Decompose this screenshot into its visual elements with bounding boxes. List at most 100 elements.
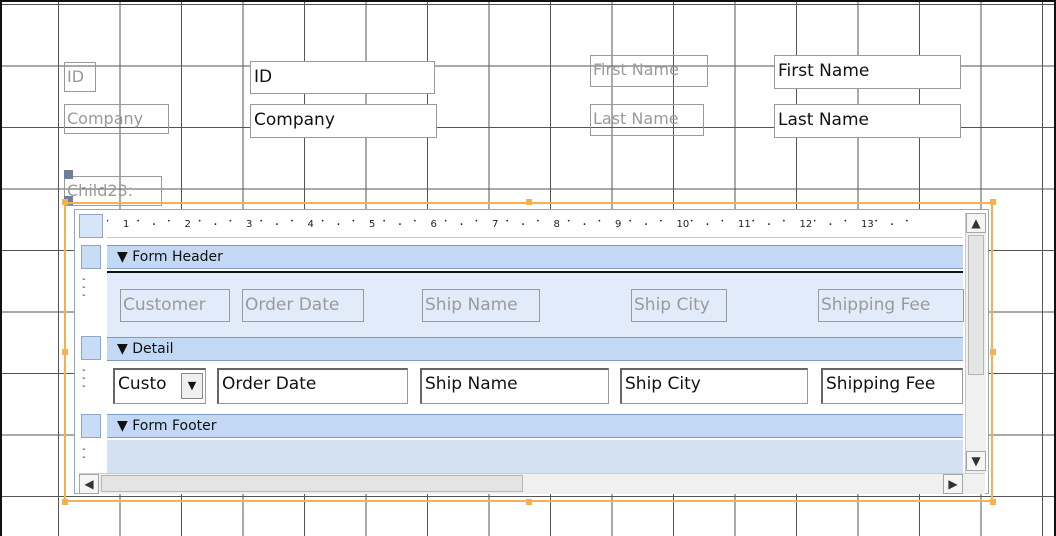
ship-city-textbox[interactable]: Ship City [620,368,808,404]
ruler-minor-tick: • [874,218,878,225]
horizontal-scrollbar[interactable]: ◀ ▶ [79,473,985,494]
form-design-canvas[interactable]: ID ID Company Company First Name First N… [0,0,1056,536]
ruler-tick-label: 4 [307,219,314,230]
ruler-minor-tick: · [397,217,403,233]
customer-label[interactable]: Customer [120,289,230,322]
ruler-minor-tick: · [151,217,157,233]
first-name-textbox[interactable]: First Name [774,55,961,89]
ship-name-label[interactable]: Ship Name [422,289,540,322]
ruler-minor-tick: • [197,218,202,225]
ruler-tick-label: 13 [861,219,874,230]
resize-handle-top-right[interactable] [990,199,996,205]
ruler-minor-tick: · [520,217,526,233]
vertical-ruler[interactable]: --- --- -- [79,241,103,473]
subform-control[interactable]: •·•1•·•2•·•3•·•4•·•5•·•6•·•7•·•8•·•9•·•1… [74,209,989,494]
ruler-minor-tick: • [689,218,694,225]
ruler-minor-tick: · [459,217,464,233]
ruler-minor-tick: · [889,217,895,233]
resize-handle-left[interactable] [62,349,68,355]
id-label[interactable]: ID [64,62,96,92]
scroll-thumb[interactable] [968,235,984,375]
ruler-minor-tick: • [843,218,848,225]
ruler-minor-tick: • [351,218,356,225]
company-label[interactable]: Company [64,104,169,134]
ruler-tick-label: 6 [430,219,437,230]
ruler-tick-label: 2 [184,219,191,230]
resize-handle-top-left[interactable] [62,199,68,205]
ruler-tick-label: 5 [369,219,376,230]
ruler-minor-tick: • [751,218,755,225]
ruler-minor-tick: • [259,218,263,225]
ruler-minor-tick: · [766,217,772,233]
label-move-handle[interactable] [64,170,73,179]
detail-title: Detail [132,341,174,357]
shipping-fee-textbox[interactable]: Shipping Fee [821,368,963,404]
customer-combobox-value: Custo [118,374,167,394]
horizontal-ruler[interactable]: •·•1•·•2•·•3•·•4•·•5•·•6•·•7•·•8•·•9•·•1… [107,213,963,238]
company-textbox[interactable]: Company [250,104,437,138]
section-arrow-icon: ▼ [117,418,128,434]
ruler-minor-tick: • [782,218,786,225]
ruler-tick-label: 10 [676,219,690,230]
header-section-selector[interactable] [81,245,101,269]
form-header-section-bar[interactable]: ▼ Form Header [107,245,963,269]
ruler-minor-tick: • [443,218,448,225]
ship-name-textbox[interactable]: Ship Name [420,368,609,404]
dropdown-button[interactable]: ▼ [181,373,203,399]
ruler-tick-label: 9 [615,219,622,230]
ruler-minor-tick: • [474,218,479,225]
scroll-up-button[interactable]: ▲ [966,213,986,233]
ship-city-label[interactable]: Ship City [631,289,727,322]
ruler-tick-label: 3 [246,219,253,230]
ruler-minor-tick: • [566,218,571,225]
ruler-minor-tick: • [107,218,109,225]
scroll-right-button[interactable]: ▶ [943,474,963,494]
last-name-label[interactable]: Last Name [590,104,704,136]
vertical-ruler-marks: --- [82,274,86,301]
form-selector[interactable] [79,214,103,238]
ruler-minor-tick: · [582,217,587,233]
last-name-textbox[interactable]: Last Name [774,104,961,138]
ruler-minor-tick: • [382,218,386,225]
resize-handle-bottom[interactable] [526,499,532,505]
ruler-minor-tick: • [720,218,725,225]
ruler-minor-tick: • [505,218,509,225]
vertical-ruler-marks-detail: --- [82,365,86,392]
horizontal-scroll-thumb[interactable] [101,475,523,492]
order-date-textbox[interactable]: Order Date [217,368,408,404]
form-header-top-line [107,271,963,273]
ruler-minor-tick: · [274,217,280,233]
section-arrow-icon: ▼ [117,341,128,357]
ruler-tick-label: 12 [799,219,813,230]
ruler-minor-tick: • [136,218,140,225]
first-name-label[interactable]: First Name [590,55,708,87]
form-header-title: Form Header [132,249,223,265]
ruler-minor-tick: • [659,218,663,225]
detail-section-selector[interactable] [81,336,101,360]
id-textbox[interactable]: ID [250,61,435,94]
resize-handle-bottom-left[interactable] [62,499,68,505]
form-footer-band[interactable] [107,440,963,473]
detail-section-bar[interactable]: ▼ Detail [107,337,963,361]
scroll-down-button[interactable]: ▼ [966,451,986,471]
ruler-tick-label: 7 [492,219,499,230]
vertical-scrollbar[interactable]: ▲ ▼ [965,213,986,473]
section-arrow-icon: ▼ [117,249,128,265]
ruler-minor-tick: • [320,218,325,225]
ruler-minor-tick: • [628,218,632,225]
ruler-tick-label: 11 [738,219,751,230]
ruler-minor-tick: · [336,217,341,233]
order-date-label[interactable]: Order Date [242,289,364,322]
ruler-minor-tick: · [643,217,649,233]
resize-handle-right[interactable] [990,349,996,355]
footer-section-selector[interactable] [81,414,101,438]
resize-handle-bottom-right[interactable] [990,499,996,505]
ruler-minor-tick: • [812,218,817,225]
ruler-minor-tick: • [167,218,171,225]
ruler-tick-label: 1 [123,219,130,230]
customer-combobox[interactable]: Custo ▼ [113,368,206,404]
shipping-fee-label[interactable]: Shipping Fee [818,289,964,322]
scroll-left-button[interactable]: ◀ [79,474,99,494]
form-footer-section-bar[interactable]: ▼ Form Footer [107,414,963,438]
resize-handle-top[interactable] [526,199,532,205]
